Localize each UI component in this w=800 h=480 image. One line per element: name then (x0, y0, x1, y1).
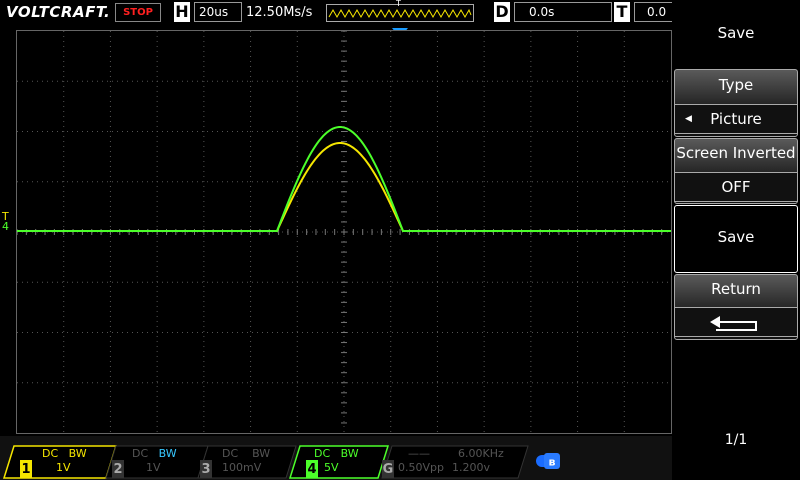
channel-1-bw: BW (68, 447, 87, 460)
channel-2-number: 2 (113, 462, 123, 477)
run-stop-indicator[interactable]: STOP (115, 3, 161, 22)
channel-3-coupling: DC BW (222, 447, 271, 460)
channel-3-tab[interactable]: 3 DC BW 100mV (200, 446, 290, 478)
return-button[interactable] (674, 307, 798, 337)
channel-1-tab[interactable]: 1 DC BW 1V (20, 446, 116, 478)
svg-text:ʙ: ʙ (549, 456, 556, 469)
trigger-position-strip: T (326, 0, 474, 22)
channel-2-scale: 1V (146, 461, 161, 474)
sample-rate: 12.50Ms/s (246, 5, 313, 20)
bluetooth-icon[interactable]: ʙ (536, 453, 562, 469)
generator-offset: 1.200v (452, 461, 491, 474)
channel-4-number: 4 (307, 462, 317, 477)
channel-2-bw: BW (158, 447, 177, 460)
menu-title: Save (717, 24, 755, 42)
channel-2-coupling: DC BW (132, 447, 177, 460)
generator-label: G (382, 462, 394, 477)
trigger-label: T (614, 2, 630, 22)
brand-logo: VOLTCRAFT. (6, 3, 111, 21)
delay-label: D (494, 2, 510, 22)
return-arrow-icon (710, 316, 757, 331)
horizontal-label: H (174, 2, 190, 22)
type-label: Type (718, 76, 754, 94)
channel-2-tab[interactable]: 2 DC BW 1V (112, 446, 202, 478)
channel-1-number: 1 (21, 462, 31, 477)
type-selector[interactable]: ◀ Picture (674, 104, 798, 134)
channel-4-scale: 5V (324, 461, 339, 474)
arrow-left-icon: ◀ (685, 114, 692, 124)
channel-4-bw: BW (340, 447, 359, 460)
screen-inverted-value[interactable]: OFF (674, 172, 798, 202)
status-bar: VOLTCRAFT. STOP H 20us 12.50Ms/s T D 0.0… (0, 0, 685, 26)
channel-4-tab[interactable]: 4 DC BW 5V (306, 446, 390, 478)
generator-amplitude: 0.50Vpp (398, 461, 444, 474)
generator-wave-icon: —— (408, 447, 430, 460)
screen-inverted-label: Screen Inverted (676, 144, 796, 162)
generator-tab[interactable]: G —— 6.00KHz 0.50Vpp 1.200v (382, 446, 522, 478)
channel-3-bw: BW (252, 447, 271, 460)
type-value: Picture (710, 110, 762, 128)
channel-1-coupling: DC BW (42, 447, 87, 460)
channel-4-offset-marker: 4 (2, 220, 9, 233)
channel-reference-marker[interactable]: T 4 (2, 211, 9, 233)
waveform-display[interactable] (16, 30, 672, 434)
channel-3-number: 3 (201, 462, 211, 477)
save-button-label: Save (717, 228, 755, 246)
side-menu: Save Type ◀ Picture Screen Inverted OFF … (672, 0, 800, 480)
trigger-position-marker: T (396, 0, 401, 8)
waveform-grid (17, 31, 671, 433)
return-label: Return (711, 280, 761, 298)
channel-3-scale: 100mV (222, 461, 262, 474)
timebase-value[interactable]: 20us (194, 2, 242, 22)
page-indicator: 1/1 (724, 432, 748, 448)
channel-1-scale: 1V (56, 461, 71, 474)
delay-value[interactable]: 0.0s (514, 2, 612, 22)
generator-frequency: 6.00KHz (458, 447, 504, 460)
channel-bar: 1 DC BW 1V 2 DC BW 1V 3 DC BW 100mV 4 DC… (0, 436, 672, 480)
channel-4-coupling: DC BW (314, 447, 359, 460)
